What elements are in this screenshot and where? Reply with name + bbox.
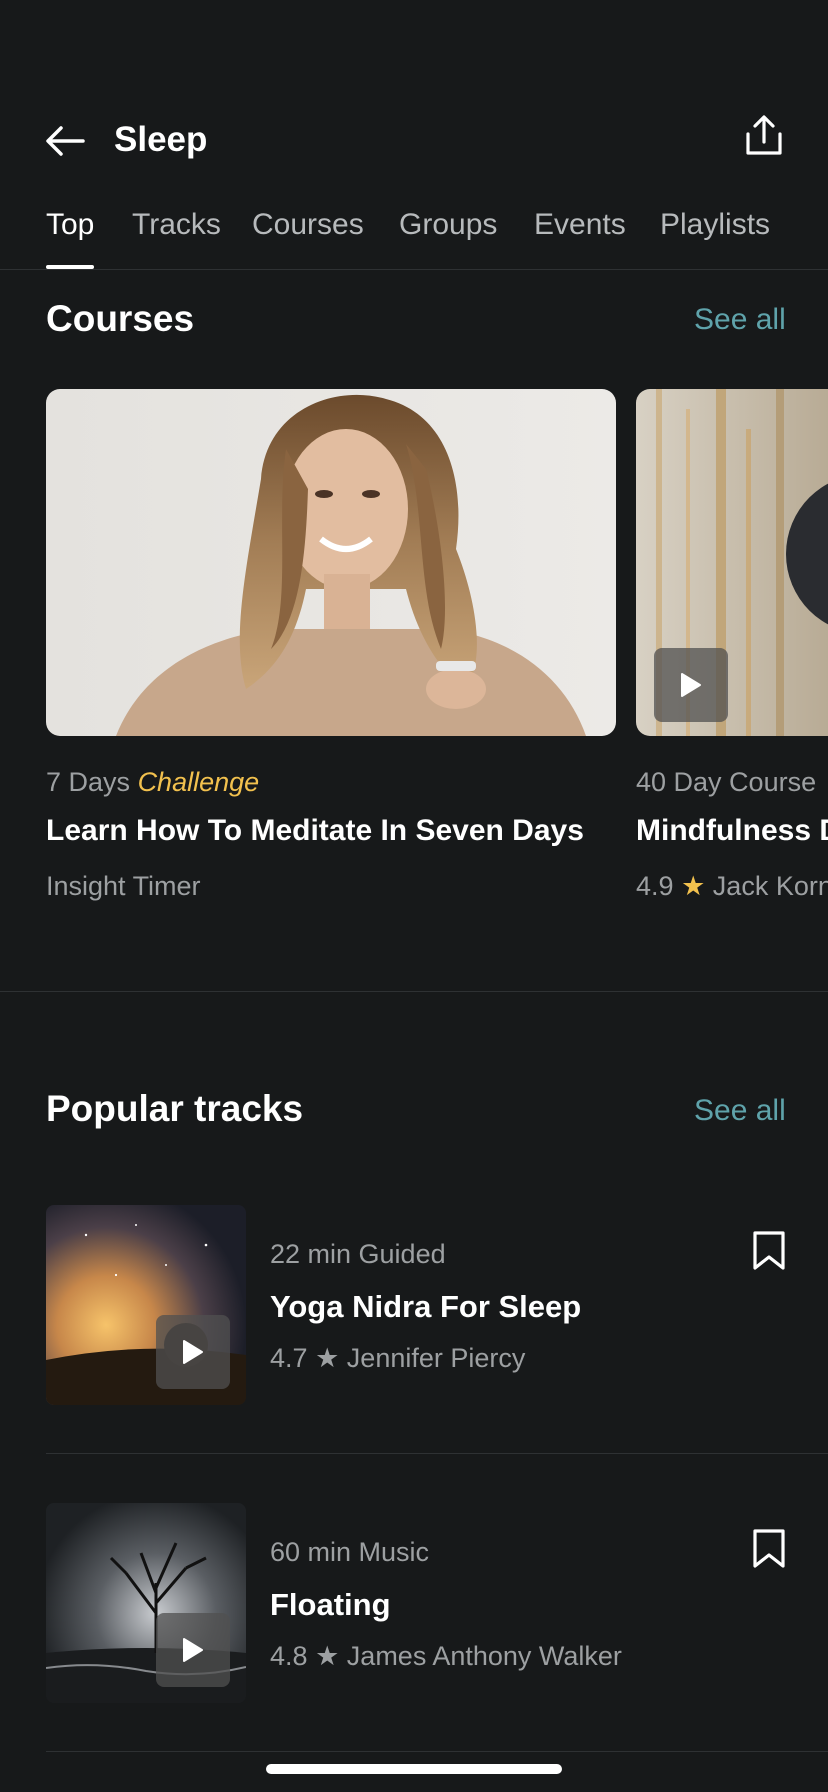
page-title: Sleep [114,120,208,159]
course-author: Jack Korn [712,871,828,901]
bookmark-icon [753,1529,785,1568]
tracks-section-title: Popular tracks [46,1088,304,1129]
track-title: Yoga Nidra For Sleep [270,1289,582,1324]
tab-events[interactable]: Events [534,208,626,268]
track-meta: 60 min Music [270,1537,430,1567]
track-rating-author: 4.7 ★ Jennifer Piercy [270,1343,525,1374]
course-title: Mindfulness D [636,814,828,847]
share-icon [746,115,782,155]
bookmark-button[interactable] [752,1529,792,1573]
course-image [636,389,828,736]
share-button[interactable] [738,110,790,162]
section-divider [0,991,828,992]
bookmark-button[interactable] [752,1231,792,1275]
header: Sleep Top Tracks Courses Groups Events P… [0,0,828,270]
courses-section-title: Courses [46,298,195,339]
course-title: Learn How To Meditate In Seven Days [46,814,584,847]
track-author: Jennifer Piercy [346,1343,526,1373]
track-divider [46,1453,828,1454]
track-meta: 22 min Guided [270,1239,446,1269]
play-button[interactable] [156,1613,230,1687]
play-icon [183,1638,203,1662]
courses-see-all-link[interactable]: See all [694,303,786,337]
star-icon: ★ [681,871,706,901]
tracks-see-all-link[interactable]: See all [694,1094,786,1128]
track-title: Floating [270,1587,391,1622]
play-icon [681,673,701,697]
play-icon [183,1340,203,1364]
track-thumbnail [46,1205,246,1405]
home-indicator[interactable] [266,1764,562,1774]
track-row[interactable]: 22 min Guided Yoga Nidra For Sleep 4.7 ★… [46,1205,828,1405]
tab-bar: Top Tracks Courses Groups Events Playlis… [0,200,828,270]
tab-playlists[interactable]: Playlists [660,208,770,268]
play-button[interactable] [156,1315,230,1389]
back-button[interactable] [40,116,90,166]
tab-top[interactable]: Top [46,208,95,269]
course-meta: 7 Days Challenge [46,767,259,798]
arrow-left-icon [46,126,85,156]
woman-portrait-image [46,389,616,736]
track-rating: 4.7 [270,1343,308,1373]
course-duration: 40 Day Course [636,767,817,797]
track-row[interactable]: 60 min Music Floating 4.8 ★ James Anthon… [46,1503,828,1703]
star-icon: ★ [315,1641,340,1671]
track-divider [46,1751,828,1752]
course-meta: 40 Day Course [636,767,816,798]
course-card[interactable]: 7 Days Challenge Learn How To Meditate I… [46,389,616,901]
course-author: Insight Timer [46,871,201,901]
course-rating-author: 4.9 ★ Jack Korn [636,871,828,902]
star-icon: ★ [315,1343,340,1373]
track-thumbnail [46,1503,246,1703]
course-duration: 7 Days [46,767,131,797]
play-button[interactable] [654,648,728,722]
course-rating: 4.9 [636,871,674,901]
tab-groups[interactable]: Groups [399,208,497,268]
course-card[interactable]: 40 Day Course Mindfulness D 4.9 ★ Jack K… [636,389,828,901]
course-image [46,389,616,736]
course-type-highlight: Challenge [137,767,260,797]
tab-tracks[interactable]: Tracks [132,208,221,268]
bookmark-icon [753,1231,785,1270]
track-rating: 4.8 [270,1641,308,1671]
track-author: James Anthony Walker [346,1641,622,1671]
tab-courses[interactable]: Courses [252,208,364,268]
track-rating-author: 4.8 ★ James Anthony Walker [270,1641,622,1672]
